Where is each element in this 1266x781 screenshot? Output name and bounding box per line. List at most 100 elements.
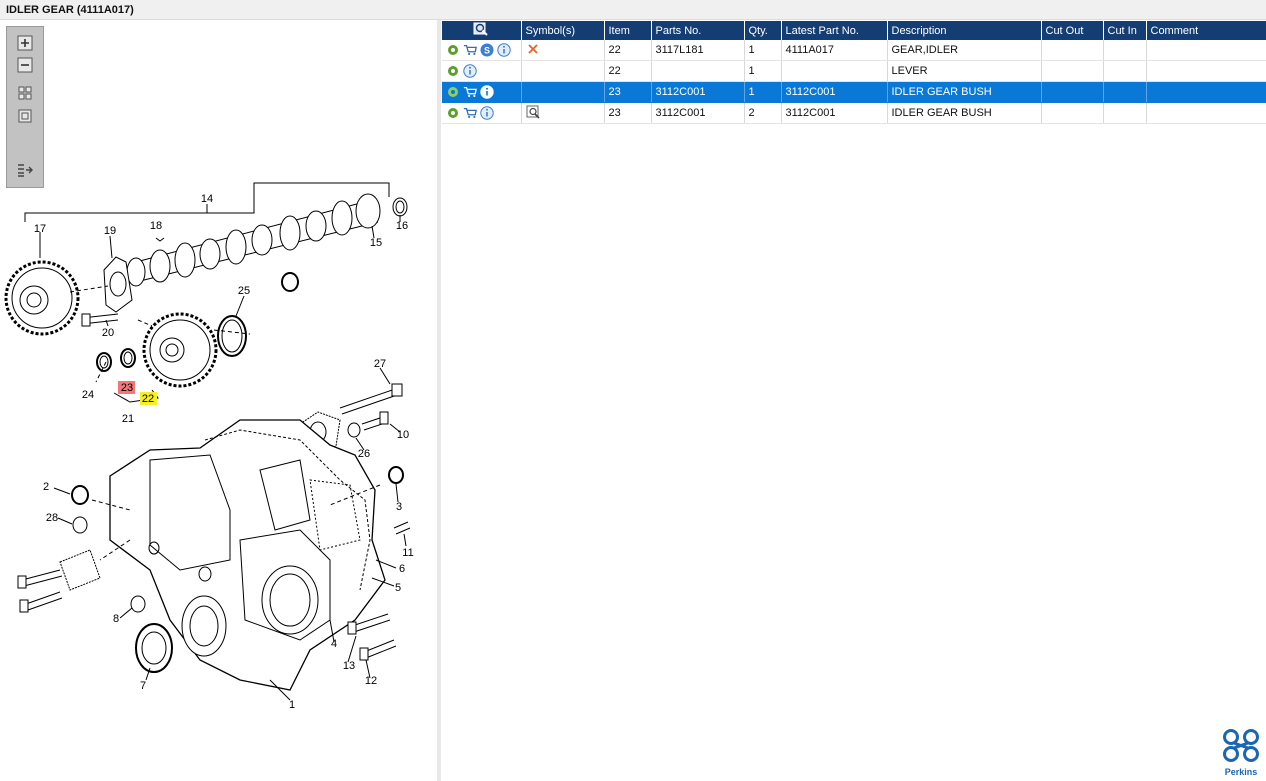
cell-latest-part-no <box>781 60 888 82</box>
perkins-logo-icon <box>1223 729 1259 762</box>
parts-list-pane: Symbol(s) Item Parts No. Qty. Latest Par… <box>441 20 1266 781</box>
cell-comment <box>1146 102 1266 124</box>
column-header-item[interactable]: Item <box>604 21 652 40</box>
callout-18[interactable]: 18 <box>150 220 162 232</box>
cell-description: IDLER GEAR BUSH <box>887 102 1042 124</box>
cell-latest-part-no: 4111A017 <box>781 40 888 61</box>
supersession-icon[interactable]: S <box>480 43 494 57</box>
column-header-qty[interactable]: Qty. <box>744 21 782 40</box>
column-header-comment[interactable]: Comment <box>1146 21 1266 40</box>
callout-19[interactable]: 19 <box>104 225 116 237</box>
callout-23[interactable]: 23 <box>121 382 133 394</box>
cell-description: GEAR,IDLER <box>887 40 1042 61</box>
svg-text:S: S <box>484 46 490 56</box>
idler-gear-22[interactable] <box>142 312 218 388</box>
info-icon[interactable] <box>480 85 494 99</box>
callout-25[interactable]: 25 <box>238 285 250 297</box>
callout-12[interactable]: 12 <box>365 675 377 687</box>
cell-cut-out <box>1041 81 1104 103</box>
column-header-tools[interactable] <box>442 21 522 40</box>
callout-4[interactable]: 4 <box>331 638 337 650</box>
cell-latest-part-no: 3112C001 <box>781 102 888 124</box>
callout-28[interactable]: 28 <box>46 512 58 524</box>
parts-table: Symbol(s) Item Parts No. Qty. Latest Par… <box>442 21 1266 124</box>
callout-21[interactable]: 21 <box>122 413 134 425</box>
cart-icon[interactable] <box>463 106 477 120</box>
callout-1[interactable]: 1 <box>289 699 295 711</box>
cell-qty: 2 <box>744 102 782 124</box>
cell-qty: 1 <box>744 60 782 82</box>
callout-6[interactable]: 6 <box>399 563 405 575</box>
column-header-cut-in[interactable]: Cut In <box>1103 21 1147 40</box>
callout-5[interactable]: 5 <box>395 582 401 594</box>
cart-icon[interactable] <box>463 85 477 99</box>
callout-7[interactable]: 7 <box>140 680 146 692</box>
cell-parts-no: 3112C001 <box>651 102 745 124</box>
cell-comment <box>1146 40 1266 61</box>
callout-3[interactable]: 3 <box>396 501 402 513</box>
cell-item: 23 <box>604 81 652 103</box>
cell-cut-out <box>1041 60 1104 82</box>
callout-13[interactable]: 13 <box>343 660 355 672</box>
cell-item: 23 <box>604 102 652 124</box>
cell-cut-in <box>1103 40 1147 61</box>
cell-cut-in <box>1103 60 1147 82</box>
gear-settings-icon[interactable] <box>446 64 460 78</box>
cell-qty: 1 <box>744 81 782 103</box>
cell-description: IDLER GEAR BUSH <box>887 81 1042 103</box>
cell-item: 22 <box>604 40 652 61</box>
gear-settings-icon[interactable] <box>446 85 460 99</box>
table-header: Symbol(s) Item Parts No. Qty. Latest Par… <box>442 21 1266 40</box>
table-row[interactable]: 22 1 LEVER <box>442 60 1266 82</box>
info-icon[interactable] <box>480 106 494 120</box>
perkins-logo: Perkins <box>1220 727 1262 777</box>
info-icon[interactable] <box>497 43 511 57</box>
table-row-selected[interactable]: 23 3112C001 1 3112C001 IDLER GEAR BUSH <box>442 81 1266 103</box>
cell-qty: 1 <box>744 40 782 61</box>
gear-17[interactable] <box>4 260 80 336</box>
callout-27[interactable]: 27 <box>374 358 386 370</box>
callout-15[interactable]: 15 <box>370 237 382 249</box>
window-title: IDLER GEAR (4111A017) <box>0 0 1266 20</box>
callout-11[interactable]: 11 <box>402 547 413 559</box>
callout-16[interactable]: 16 <box>396 220 408 232</box>
cell-cut-in <box>1103 102 1147 124</box>
callout-17[interactable]: 17 <box>34 223 46 235</box>
exploded-parts-drawing[interactable]: 23 22 14 17 19 18 16 15 20 25 24 21 27 1… <box>0 20 437 781</box>
table-row[interactable]: 23 3112C001 2 3112C001 IDLER GEAR BUSH <box>442 102 1266 124</box>
cell-cut-in <box>1103 81 1147 103</box>
cell-comment <box>1146 81 1266 103</box>
table-row[interactable]: S 22 3117L181 1 4111A017 GEAR,IDLER <box>442 40 1266 61</box>
drawing-pane[interactable]: 23 22 14 17 19 18 16 15 20 25 24 21 27 1… <box>0 20 437 781</box>
column-header-latest-part-no[interactable]: Latest Part No. <box>781 21 888 40</box>
callout-20[interactable]: 20 <box>102 327 114 339</box>
column-header-parts-no[interactable]: Parts No. <box>651 21 745 40</box>
callout-22[interactable]: 22 <box>142 393 154 405</box>
view-drawing-icon[interactable] <box>526 105 540 119</box>
cart-icon[interactable] <box>463 43 477 57</box>
callout-26[interactable]: 26 <box>358 448 370 460</box>
info-icon[interactable] <box>463 64 477 78</box>
cell-description: LEVER <box>887 60 1042 82</box>
cell-item: 22 <box>604 60 652 82</box>
gear-settings-icon[interactable] <box>446 43 460 57</box>
callout-14[interactable]: 14 <box>201 193 213 205</box>
cell-parts-no: 3112C001 <box>651 81 745 103</box>
cell-comment <box>1146 60 1266 82</box>
callout-8[interactable]: 8 <box>113 613 119 625</box>
cell-parts-no: 3117L181 <box>651 40 745 61</box>
cell-latest-part-no: 3112C001 <box>781 81 888 103</box>
column-header-cut-out[interactable]: Cut Out <box>1041 21 1104 40</box>
callout-2[interactable]: 2 <box>43 481 49 493</box>
column-header-symbols[interactable]: Symbol(s) <box>521 21 605 40</box>
search-parts-icon[interactable] <box>473 22 489 36</box>
not-available-icon <box>526 42 540 56</box>
column-header-description[interactable]: Description <box>887 21 1042 40</box>
brand-name: Perkins <box>1224 767 1258 777</box>
gear-settings-icon[interactable] <box>446 106 460 120</box>
cell-cut-out <box>1041 102 1104 124</box>
callout-24[interactable]: 24 <box>82 389 94 401</box>
cell-parts-no <box>651 60 745 82</box>
idler-gear-bush-23[interactable] <box>120 348 136 368</box>
callout-10[interactable]: 10 <box>397 429 409 441</box>
